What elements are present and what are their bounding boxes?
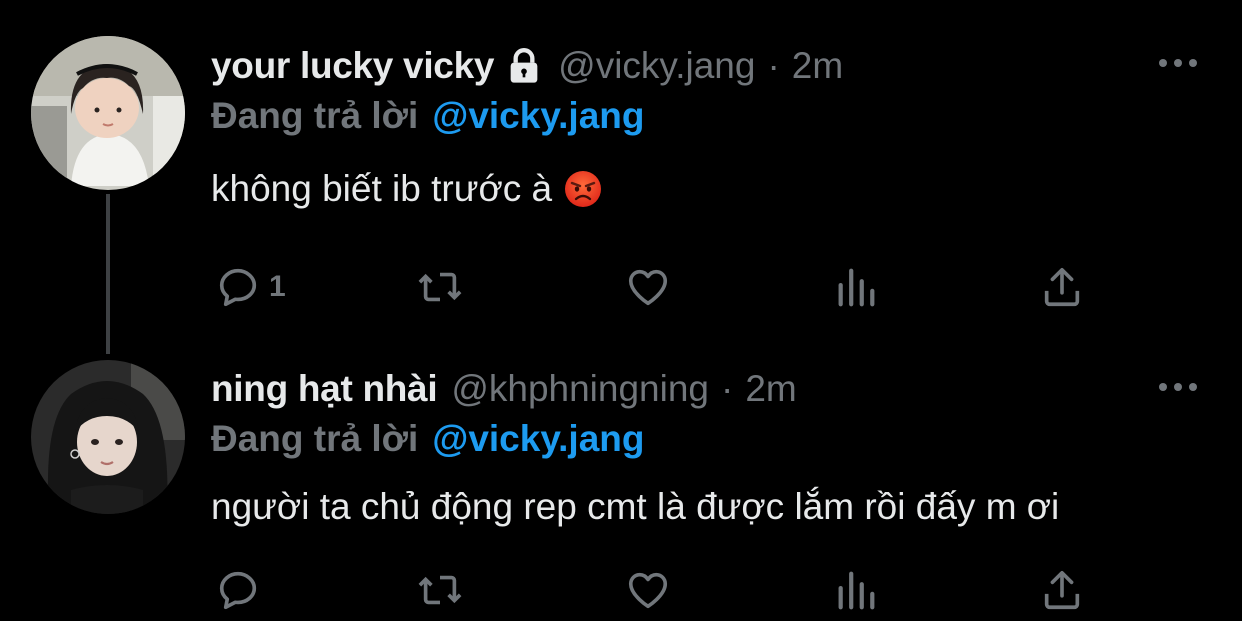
separator-dot: · [721,368,734,409]
avatar-image [31,36,185,190]
angry-face-emoji-icon [565,171,602,207]
tweet-actions: 1 [211,262,1091,312]
retweet-button[interactable] [417,565,471,615]
user-handle[interactable]: @vicky.jang [558,45,755,87]
share-icon [1044,570,1080,610]
replying-to: Đang trả lời @vicky.jang [211,94,645,138]
tweet-text-content: không biết ib trước à [211,168,553,209]
display-name[interactable]: ning hạt nhài [211,368,438,410]
views-button[interactable] [833,565,887,615]
display-name[interactable]: your lucky vicky [211,45,494,87]
tweet-text-content: người ta chủ động rep cmt là được lắm rồ… [211,486,1060,527]
reply-icon [219,268,257,307]
like-button[interactable] [625,565,679,615]
share-button[interactable] [1039,565,1085,615]
share-button[interactable] [1039,262,1085,312]
more-icon[interactable] [1156,380,1200,394]
replying-to-label: Đang trả lời [211,418,419,459]
replying-to: Đang trả lời @vicky.jang [211,417,645,461]
timestamp[interactable]: 2m [745,368,796,410]
more-icon[interactable] [1156,56,1200,70]
replying-to-label: Đang trả lời [211,95,419,136]
avatar[interactable] [31,360,185,514]
avatar-image [31,360,185,514]
tweet[interactable]: your lucky vicky @vicky.jang · 2m Đang t… [0,0,1242,320]
timestamp[interactable]: 2m [792,45,843,87]
avatar[interactable] [31,36,185,190]
mention-link[interactable]: @vicky.jang [432,95,644,137]
views-button[interactable] [833,262,887,312]
share-icon [1044,267,1080,307]
retweet-icon [418,575,462,605]
tweet-text: không biết ib trước à [211,166,602,212]
retweet-button[interactable] [417,262,471,312]
separator-dot: · [767,45,780,86]
reply-button[interactable]: 1 [215,262,286,312]
views-icon [838,571,875,610]
heart-icon [628,269,668,306]
reply-button[interactable] [215,565,269,615]
user-handle[interactable]: @khphningning [451,368,709,410]
mention-link[interactable]: @vicky.jang [432,418,644,460]
retweet-icon [418,272,462,302]
reply-icon [219,571,257,610]
tweet-text: người ta chủ động rep cmt là được lắm rồ… [211,484,1059,530]
tweet-actions [211,565,1091,615]
tweet[interactable]: ning hạt nhài @khphningning · 2m Đang tr… [0,320,1242,621]
like-button[interactable] [625,262,679,312]
heart-icon [628,572,668,609]
views-icon [838,268,875,307]
lock-icon [510,48,538,83]
reply-count: 1 [269,270,286,303]
